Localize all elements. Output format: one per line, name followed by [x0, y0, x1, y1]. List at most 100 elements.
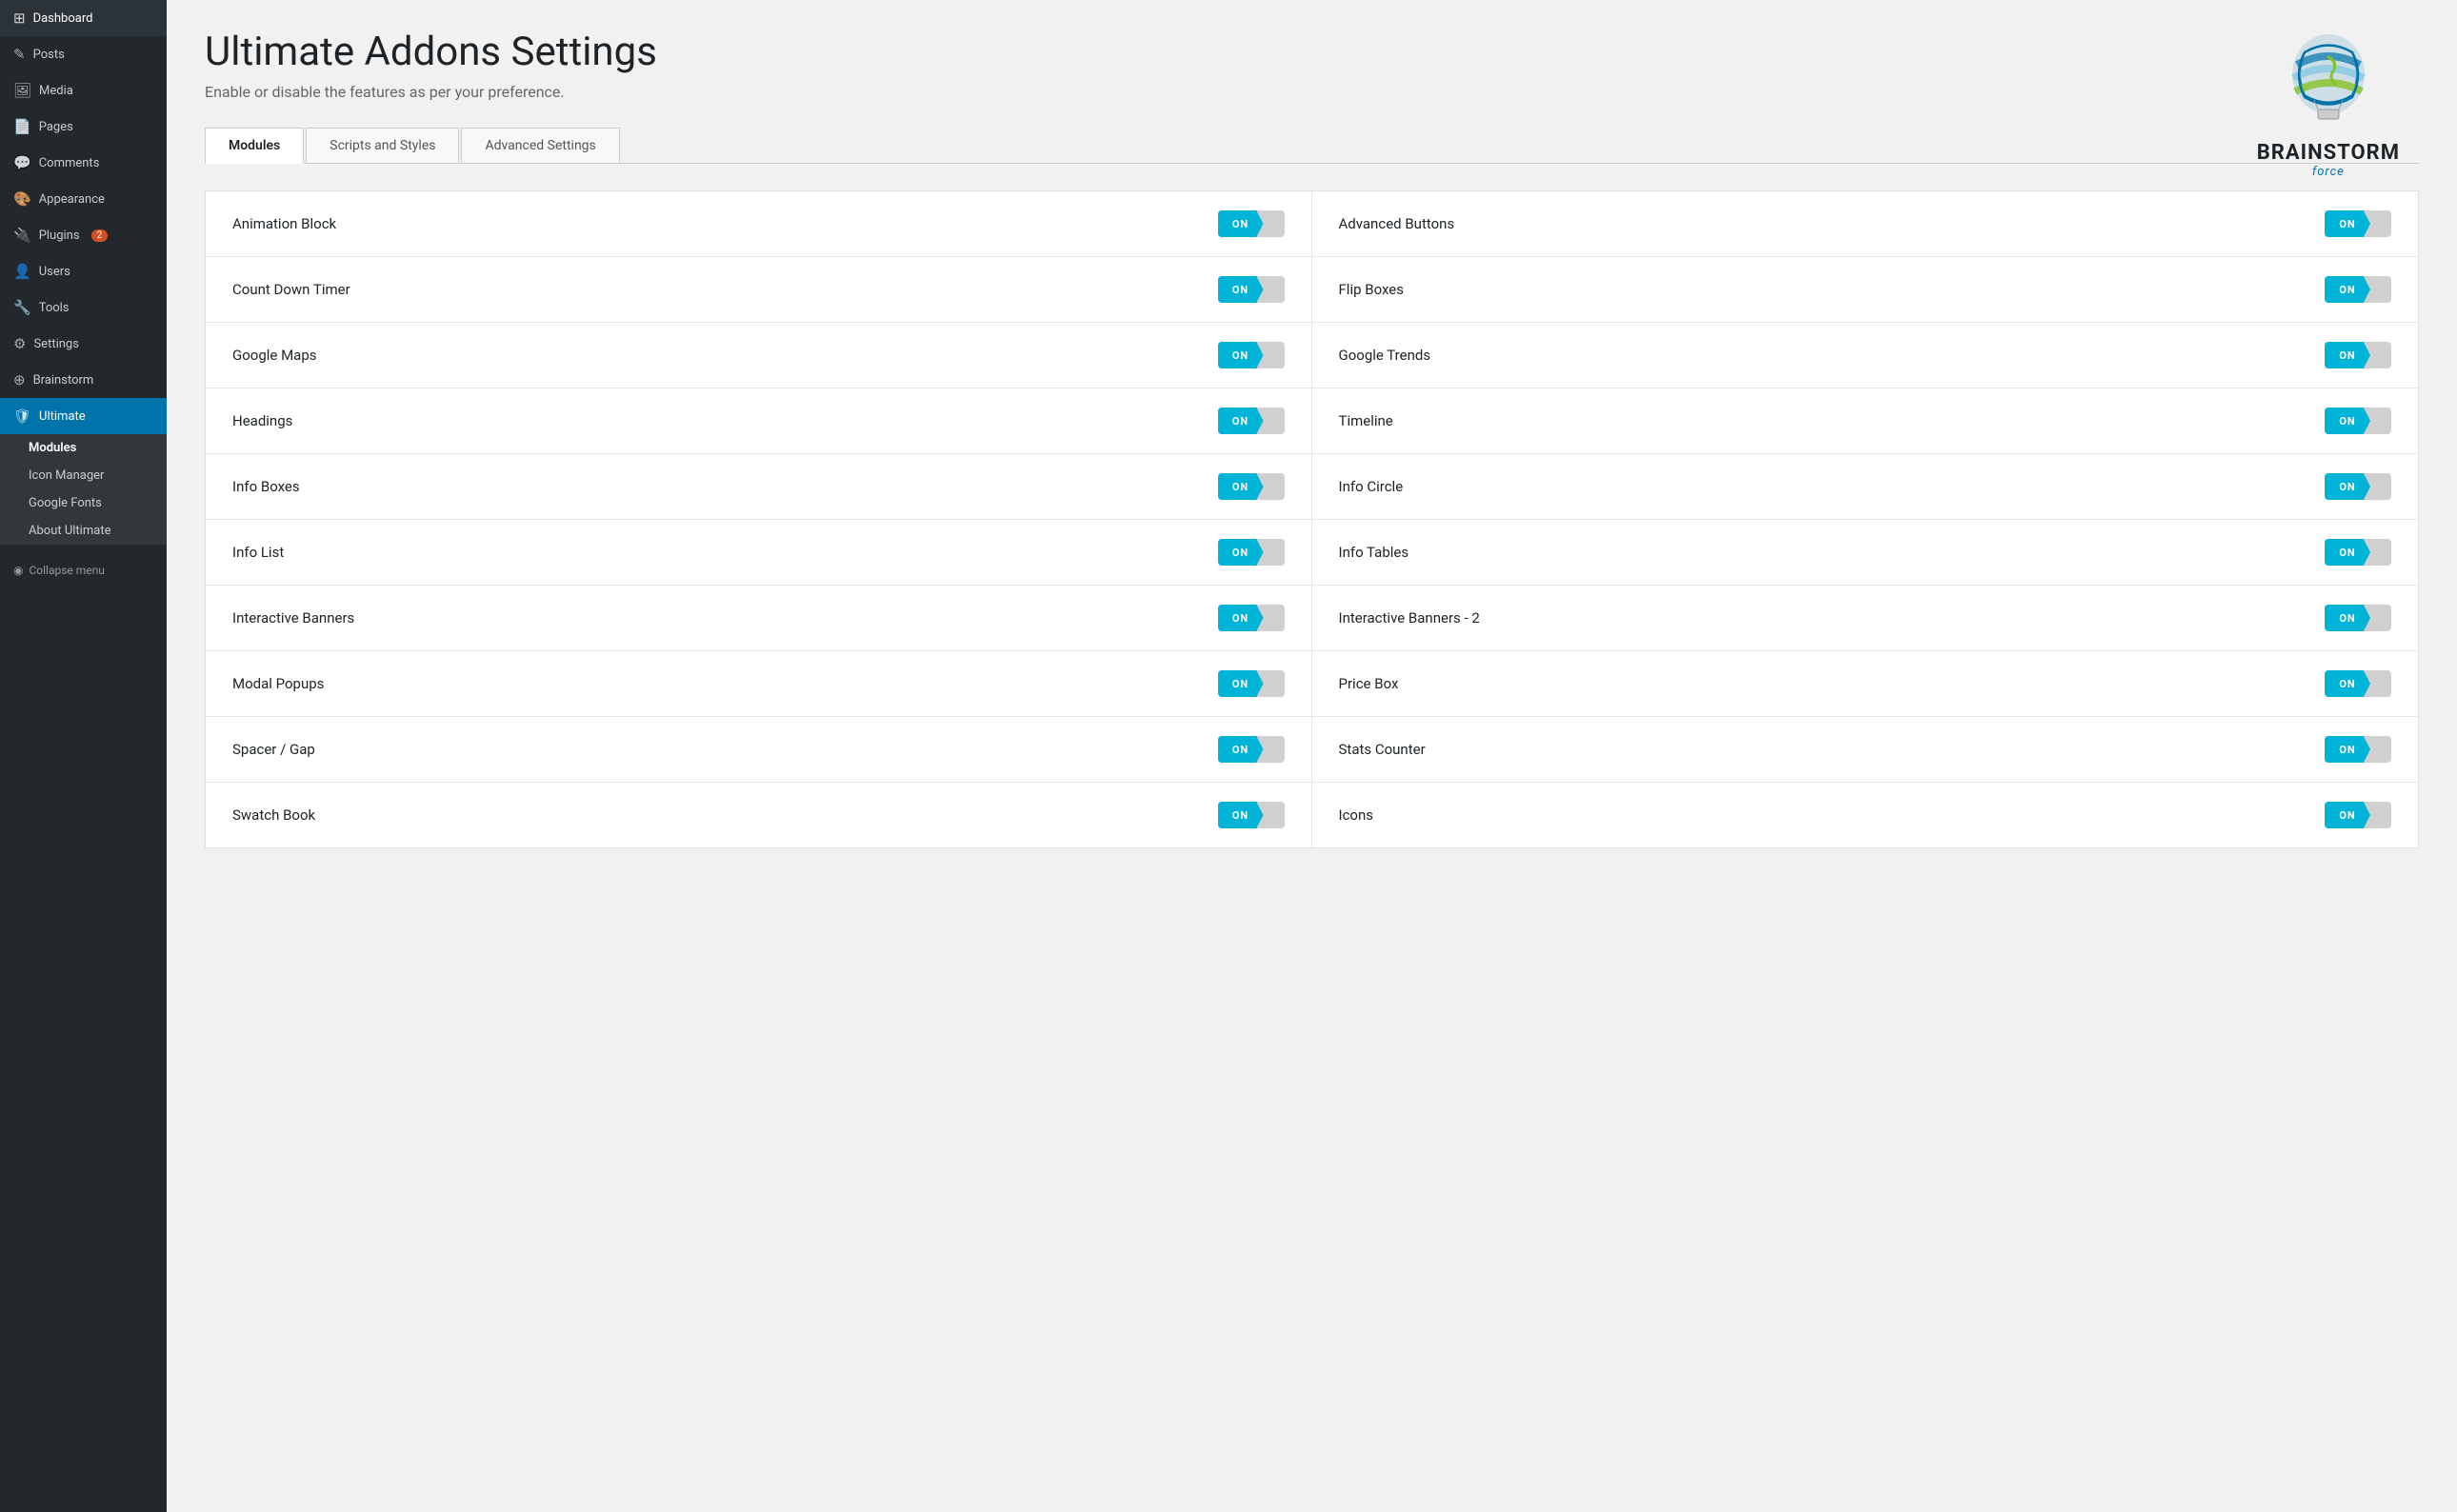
toggle-on-label: ON [1218, 210, 1264, 237]
settings-icon: ⚙ [13, 335, 26, 352]
toggle-on-label: ON [1218, 605, 1264, 631]
sidebar-item-plugins[interactable]: 🔌 Plugins 2 [0, 217, 167, 253]
sidebar-item-comments[interactable]: 💬 Comments [0, 145, 167, 181]
logo-sub: force [2257, 165, 2400, 179]
toggle-on-label: ON [2325, 802, 2370, 828]
collapse-menu-button[interactable]: ◉ Collapse menu [0, 554, 167, 587]
module-toggle[interactable]: ON [2325, 605, 2391, 631]
brainstorm-icon: ⊕ [13, 371, 26, 388]
module-toggle[interactable]: ON [2325, 539, 2391, 566]
toggle-on-label: ON [2325, 670, 2370, 697]
module-toggle[interactable]: ON [2325, 802, 2391, 828]
module-name: Info Boxes [232, 478, 1203, 495]
table-row: Info List ON Info Tables ON [206, 520, 2418, 586]
table-row: Animation Block ON Advanced Buttons ON [206, 191, 2418, 257]
module-toggle[interactable]: ON [2325, 210, 2391, 237]
sidebar-item-label: Plugins [39, 229, 80, 243]
sidebar-submenu-icon-manager[interactable]: Icon Manager [0, 462, 167, 489]
module-name: Icons [1339, 806, 2310, 824]
sidebar-item-label: Media [39, 84, 73, 98]
sidebar-item-pages[interactable]: 📄 Pages [0, 109, 167, 145]
sidebar-submenu-modules[interactable]: Modules [0, 434, 167, 462]
toggle-track: ON [1218, 605, 1285, 631]
tab-advanced-settings[interactable]: Advanced Settings [461, 128, 619, 163]
module-toggle[interactable]: ON [1218, 473, 1285, 500]
module-name: Stats Counter [1339, 741, 2310, 758]
module-cell-left-6: Interactive Banners ON [206, 586, 1312, 650]
table-row: Swatch Book ON Icons ON [206, 783, 2418, 847]
toggle-track: ON [1218, 342, 1285, 368]
module-toggle[interactable]: ON [2325, 473, 2391, 500]
module-toggle[interactable]: ON [1218, 670, 1285, 697]
posts-icon: ✎ [13, 46, 26, 63]
sidebar-item-dashboard[interactable]: ⊞ Dashboard [0, 0, 167, 36]
table-row: Headings ON Timeline ON [206, 388, 2418, 454]
toggle-on-label: ON [1218, 408, 1264, 434]
toggle-track: ON [1218, 539, 1285, 566]
module-cell-left-1: Count Down Timer ON [206, 257, 1312, 322]
page-title: Ultimate Addons Settings [205, 29, 2419, 75]
module-toggle[interactable]: ON [2325, 276, 2391, 303]
media-icon: 🖼 [13, 82, 31, 99]
module-toggle[interactable]: ON [1218, 210, 1285, 237]
tab-modules[interactable]: Modules [205, 128, 304, 164]
module-toggle[interactable]: ON [1218, 342, 1285, 368]
module-cell-right-0: Advanced Buttons ON [1312, 191, 2419, 256]
module-cell-left-7: Modal Popups ON [206, 651, 1312, 716]
sidebar-item-ultimate[interactable]: 🛡 Ultimate [0, 398, 167, 434]
module-toggle[interactable]: ON [2325, 670, 2391, 697]
sidebar-item-label: Ultimate [39, 409, 86, 424]
module-cell-right-1: Flip Boxes ON [1312, 257, 2419, 322]
module-cell-left-0: Animation Block ON [206, 191, 1312, 256]
sidebar-item-posts[interactable]: ✎ Posts [0, 36, 167, 72]
module-toggle[interactable]: ON [1218, 605, 1285, 631]
module-name: Info Circle [1339, 478, 2310, 495]
tab-scripts-and-styles[interactable]: Scripts and Styles [306, 128, 459, 163]
sidebar-item-tools[interactable]: 🔧 Tools [0, 289, 167, 326]
toggle-track: ON [2325, 210, 2391, 237]
module-name: Advanced Buttons [1339, 215, 2310, 232]
module-name: Modal Popups [232, 675, 1203, 692]
module-cell-right-4: Info Circle ON [1312, 454, 2419, 519]
module-toggle[interactable]: ON [2325, 342, 2391, 368]
sidebar-item-users[interactable]: 👤 Users [0, 253, 167, 289]
collapse-label: Collapse menu [29, 564, 104, 577]
toggle-on-label: ON [2325, 210, 2370, 237]
module-toggle[interactable]: ON [1218, 408, 1285, 434]
sidebar-submenu-google-fonts[interactable]: Google Fonts [0, 489, 167, 517]
module-name: Animation Block [232, 215, 1203, 232]
toggle-track: ON [2325, 605, 2391, 631]
toggle-on-label: ON [2325, 539, 2370, 566]
toggle-track: ON [2325, 802, 2391, 828]
module-name: Timeline [1339, 412, 2310, 429]
toggle-track: ON [2325, 736, 2391, 763]
module-toggle[interactable]: ON [1218, 802, 1285, 828]
sidebar-submenu-about-ultimate[interactable]: About Ultimate [0, 517, 167, 545]
toggle-on-label: ON [1218, 539, 1264, 566]
sidebar-item-brainstorm[interactable]: ⊕ Brainstorm [0, 362, 167, 398]
toggle-on-label: ON [1218, 802, 1264, 828]
module-toggle[interactable]: ON [1218, 276, 1285, 303]
module-toggle[interactable]: ON [1218, 539, 1285, 566]
toggle-on-label: ON [2325, 408, 2370, 434]
toggle-track: ON [1218, 408, 1285, 434]
sidebar-item-appearance[interactable]: 🎨 Appearance [0, 181, 167, 217]
main-content: Ultimate Addons Settings Enable or disab… [167, 0, 2457, 877]
sidebar-item-media[interactable]: 🖼 Media [0, 72, 167, 109]
appearance-icon: 🎨 [13, 190, 31, 208]
sidebar-item-label: Comments [39, 156, 100, 170]
module-toggle[interactable]: ON [2325, 736, 2391, 763]
module-cell-left-4: Info Boxes ON [206, 454, 1312, 519]
ultimate-icon: 🛡 [13, 408, 31, 425]
collapse-icon: ◉ [13, 564, 23, 577]
toggle-on-label: ON [1218, 473, 1264, 500]
module-toggle[interactable]: ON [1218, 736, 1285, 763]
module-cell-right-9: Icons ON [1312, 783, 2419, 847]
module-toggle[interactable]: ON [2325, 408, 2391, 434]
module-name: Info List [232, 544, 1203, 561]
module-name: Google Trends [1339, 347, 2310, 364]
pages-icon: 📄 [13, 118, 31, 135]
module-name: Flip Boxes [1339, 281, 2310, 298]
table-row: Count Down Timer ON Flip Boxes ON [206, 257, 2418, 323]
sidebar-item-settings[interactable]: ⚙ Settings [0, 326, 167, 362]
